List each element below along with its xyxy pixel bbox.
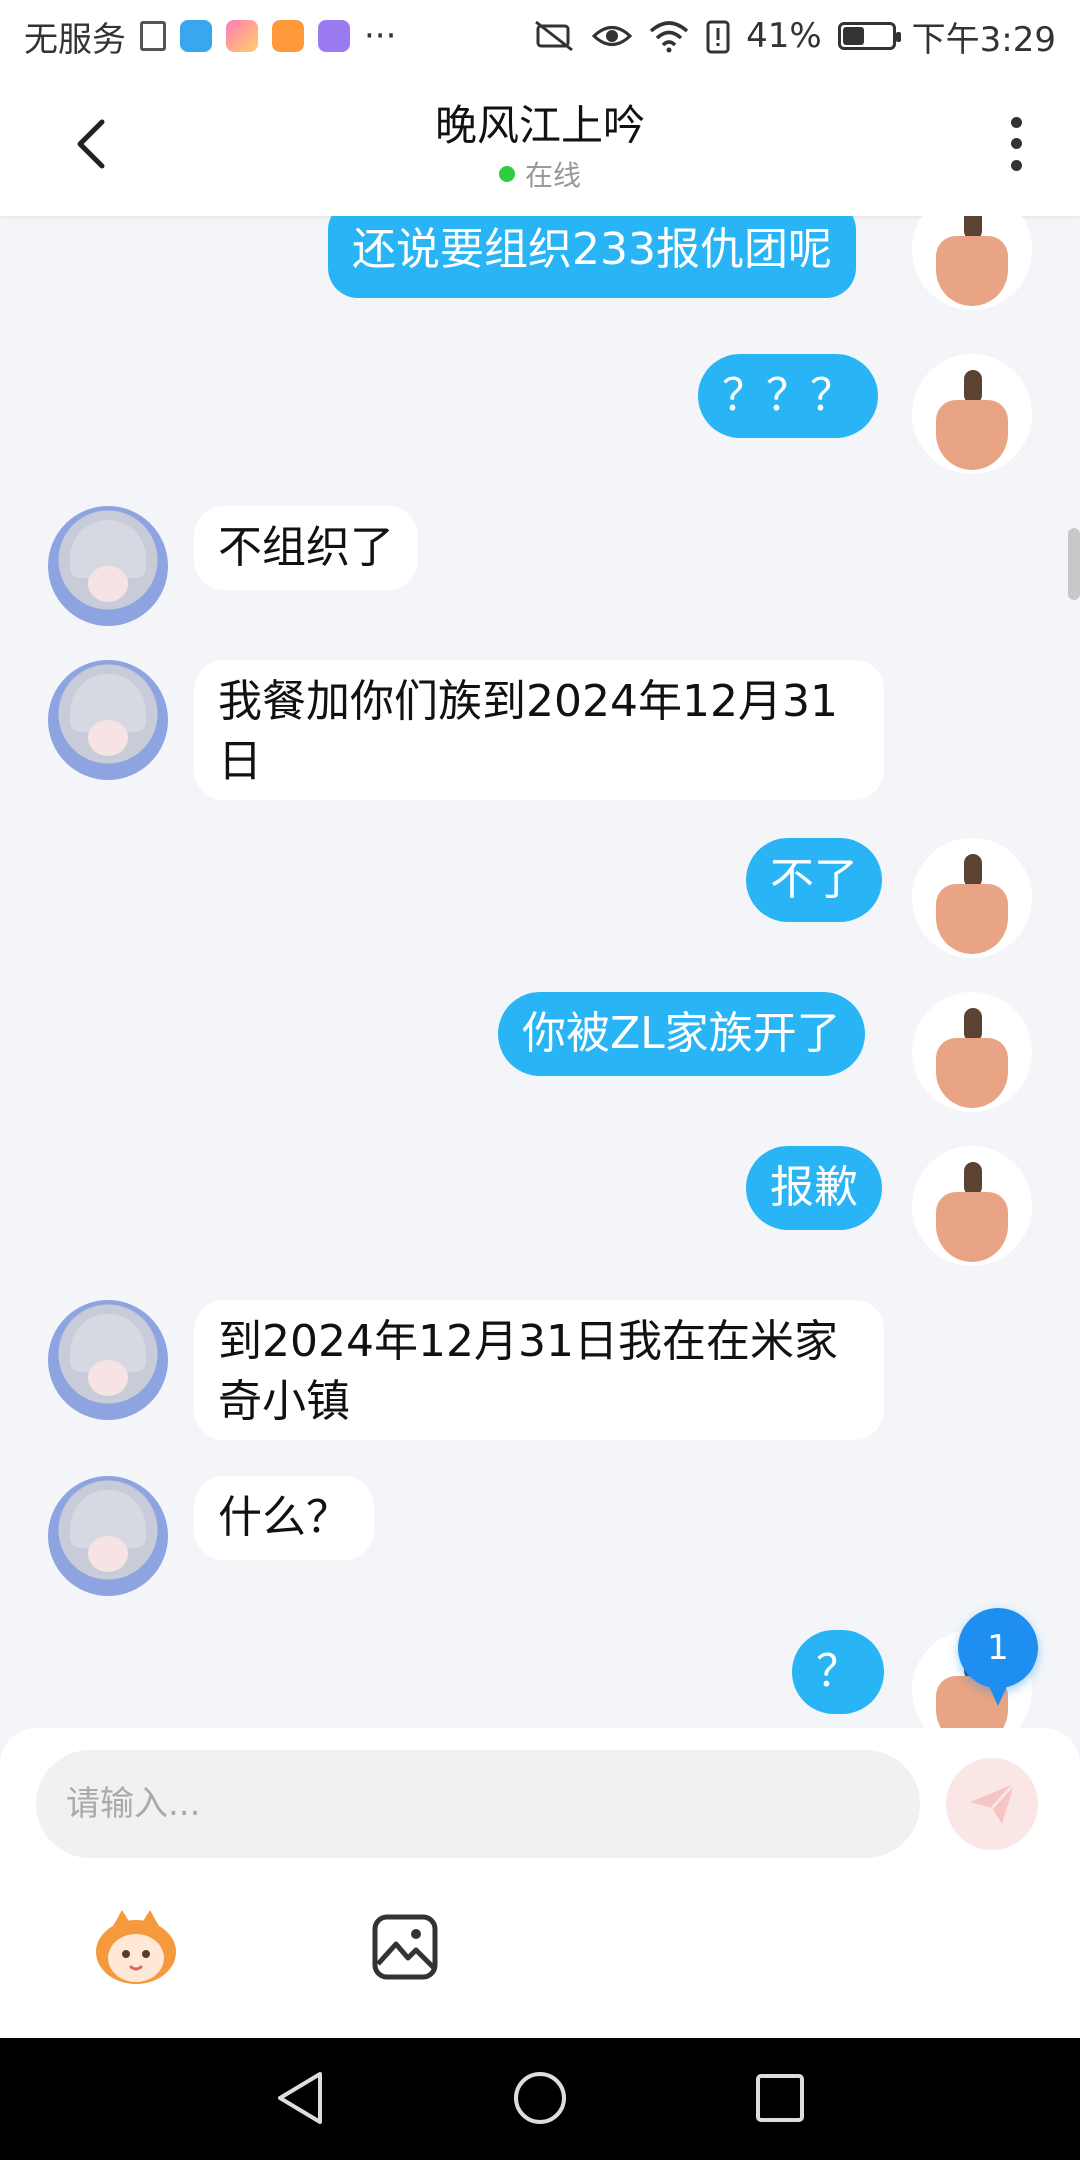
paper-plane-icon bbox=[970, 1782, 1016, 1824]
no-sim-icon bbox=[535, 20, 573, 52]
incoming-message-bubble[interactable]: 什么？ bbox=[194, 1476, 374, 1560]
message-list[interactable]: 还说要组织233报仇团呢 ？？？ 不组织了 我餐加你们族到2024年12月31日… bbox=[0, 216, 1080, 1728]
more-options-button[interactable] bbox=[996, 112, 1036, 176]
online-dot-icon bbox=[498, 166, 515, 182]
outgoing-message-bubble[interactable]: ？？？ bbox=[698, 354, 878, 438]
emoji-button[interactable] bbox=[92, 1908, 180, 1988]
nav-back-button[interactable] bbox=[270, 2068, 330, 2128]
more-dot-icon bbox=[1010, 117, 1022, 129]
battery-percent: 41% bbox=[746, 16, 822, 56]
video-app-icon bbox=[272, 20, 304, 52]
eye-comfort-icon bbox=[592, 26, 633, 46]
battery-alert-icon bbox=[706, 20, 730, 54]
outgoing-message-bubble[interactable]: 报歉 bbox=[746, 1146, 882, 1230]
my-avatar[interactable] bbox=[912, 992, 1032, 1112]
outgoing-message-bubble[interactable]: ？ bbox=[792, 1630, 884, 1714]
system-nav-bar bbox=[0, 2038, 1080, 2160]
nav-home-button[interactable] bbox=[510, 2068, 570, 2128]
chat-header: 晚风江上吟 在线 bbox=[0, 72, 1080, 216]
online-status-label: 在线 bbox=[524, 159, 581, 192]
incoming-message-bubble[interactable]: 我餐加你们族到2024年12月31日 bbox=[194, 660, 884, 800]
scrollbar[interactable] bbox=[1068, 528, 1080, 600]
theme-app-icon bbox=[226, 20, 258, 52]
composer-panel bbox=[0, 1728, 1080, 2038]
my-avatar[interactable] bbox=[912, 838, 1032, 958]
more-dot-icon bbox=[1010, 159, 1022, 171]
clock-app-icon bbox=[318, 20, 350, 52]
carrier-label: 无服务 bbox=[24, 19, 126, 60]
send-button[interactable] bbox=[946, 1758, 1038, 1850]
shield-app-icon bbox=[180, 20, 212, 52]
online-status: 在线 bbox=[0, 154, 1080, 194]
contact-avatar[interactable] bbox=[48, 1476, 168, 1596]
contact-avatar[interactable] bbox=[48, 660, 168, 780]
contact-avatar[interactable] bbox=[48, 506, 168, 626]
my-avatar[interactable] bbox=[912, 354, 1032, 474]
my-avatar[interactable] bbox=[912, 216, 1032, 310]
my-avatar[interactable] bbox=[912, 1146, 1032, 1266]
message-input[interactable] bbox=[36, 1750, 920, 1858]
incoming-message-bubble[interactable]: 到2024年12月31日我在在米家奇小镇 bbox=[194, 1300, 884, 1440]
more-notifications-icon: ··· bbox=[364, 16, 397, 56]
nav-recents-button[interactable] bbox=[750, 2068, 810, 2128]
incoming-message-bubble[interactable]: 不组织了 bbox=[194, 506, 418, 590]
mascot-emoji-icon bbox=[96, 1910, 176, 1984]
more-dot-icon bbox=[1010, 138, 1022, 150]
outgoing-message-bubble[interactable]: 你被ZL家族开了 bbox=[498, 992, 865, 1076]
image-button[interactable] bbox=[370, 1912, 440, 1982]
contact-avatar[interactable] bbox=[48, 1300, 168, 1420]
wifi-icon bbox=[649, 21, 689, 53]
document-icon bbox=[140, 21, 166, 51]
image-icon bbox=[372, 1914, 438, 1980]
battery-icon bbox=[837, 22, 901, 50]
clock-time: 下午3:29 bbox=[911, 19, 1056, 60]
outgoing-message-bubble[interactable]: 还说要组织233报仇团呢 bbox=[328, 216, 856, 298]
contact-name: 晚风江上吟 bbox=[434, 101, 645, 150]
outgoing-message-bubble[interactable]: 不了 bbox=[746, 838, 882, 922]
unread-count-badge[interactable]: 1 bbox=[958, 1608, 1038, 1706]
status-bar: 无服务 ··· 41% 下午3:29 bbox=[0, 0, 1080, 72]
